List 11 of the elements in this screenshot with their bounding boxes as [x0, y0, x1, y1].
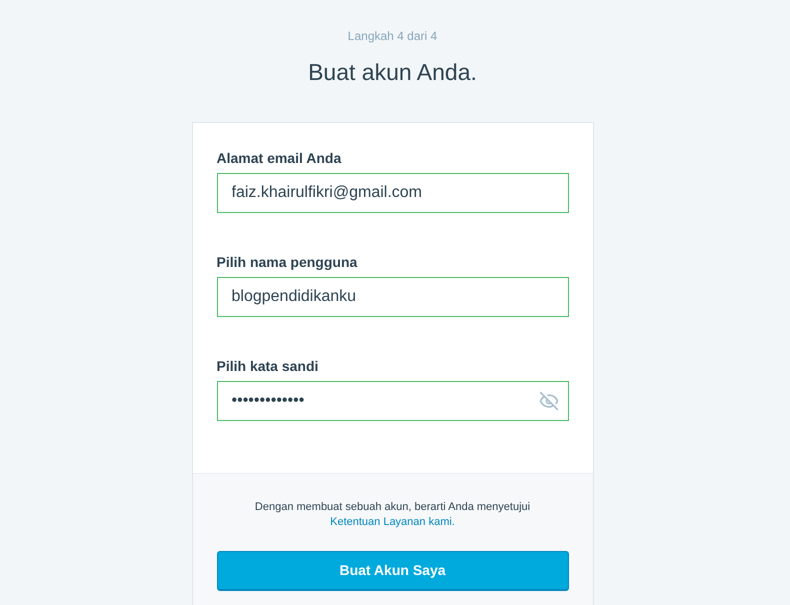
password-field[interactable]: ••••••••••••• — [216, 381, 568, 421]
input-field[interactable]: blogpendidikanku — [216, 277, 568, 317]
terms-link[interactable]: Ketentuan Layanan kami. — [330, 516, 455, 528]
field-label: Pilih nama pengguna — [216, 253, 358, 272]
input-field[interactable]: faiz.khairulfikri@gmail.com — [216, 173, 568, 213]
field-label: Pilih kata sandi — [216, 357, 320, 376]
eye-slash-icon[interactable] — [538, 391, 558, 411]
field-label: Alamat email Anda — [216, 149, 342, 168]
step-indicator: Langkah 4 dari 4 — [348, 28, 438, 44]
page-title: Buat akun Anda. — [308, 58, 477, 87]
terms-text: Dengan membuat sebuah akun, berarti Anda menyetujui Ketentuan Layanan kami. — [254, 500, 532, 530]
